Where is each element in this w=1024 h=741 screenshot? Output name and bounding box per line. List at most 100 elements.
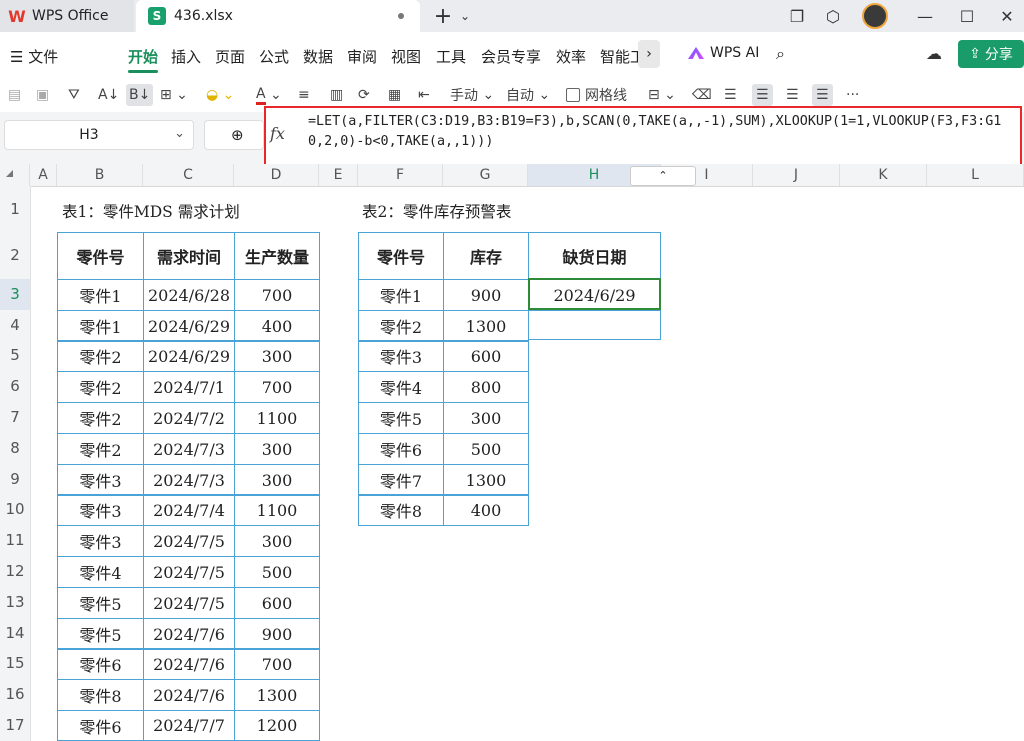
cloud-sync-icon[interactable]: ☁ (926, 44, 942, 63)
tab-list-chevron-icon[interactable]: ⌄ (448, 0, 482, 32)
cube-icon[interactable]: ⬡ (816, 0, 850, 32)
col-header-b[interactable]: B (57, 164, 143, 186)
row-header-14[interactable]: 14 (0, 618, 30, 648)
menu-tools[interactable]: 工具 (436, 46, 466, 67)
sort-desc-icon[interactable]: B↓ (126, 84, 154, 106)
merge-icon[interactable]: ▥ (330, 84, 343, 106)
row-header-9[interactable]: 9 (0, 464, 30, 494)
shortage-date-cell[interactable] (528, 310, 661, 340)
table1-cell[interactable]: 400 (234, 310, 320, 342)
lookup-function-button[interactable]: ⊕ (204, 120, 264, 150)
table1-cell[interactable]: 500 (234, 556, 320, 588)
formula-text[interactable]: =LET(a,FILTER(C3:D19,B3:B19=F3),b,SCAN(0… (308, 112, 1014, 152)
wrap-text-icon[interactable]: ≡ (298, 84, 310, 106)
row-header-11[interactable]: 11 (0, 525, 30, 556)
table2-cell[interactable]: 零件2 (358, 310, 444, 342)
table2-cell[interactable]: 1300 (443, 464, 529, 496)
col-header-f[interactable]: F (358, 164, 443, 186)
table1-cell[interactable]: 零件2 (57, 340, 144, 372)
table2-cell[interactable]: 400 (443, 494, 529, 526)
table1-cell[interactable]: 零件1 (57, 310, 144, 342)
table1-cell[interactable]: 2024/6/29 (143, 310, 235, 342)
table1-cell[interactable]: 1100 (234, 402, 320, 434)
table2-header-cell[interactable]: 零件号 (358, 232, 444, 280)
search-icon[interactable]: ⌕ (776, 44, 785, 64)
menu-scroll-right-icon[interactable]: › (638, 40, 660, 68)
align-left-icon[interactable]: ☰ (724, 84, 737, 106)
table1-cell[interactable]: 2024/7/5 (143, 525, 235, 557)
table1-cell[interactable]: 2024/7/3 (143, 464, 235, 496)
insert-col-icon[interactable]: ⇤ (418, 84, 430, 106)
clear-icon[interactable]: ⌫ (692, 84, 712, 106)
col-header-c[interactable]: C (143, 164, 234, 186)
table1-cell[interactable]: 零件4 (57, 556, 144, 588)
table1-cell[interactable]: 1200 (234, 710, 320, 741)
table1-cell[interactable]: 700 (234, 371, 320, 403)
table1-cell[interactable]: 零件1 (57, 279, 144, 311)
table1-cell[interactable]: 2024/7/1 (143, 371, 235, 403)
table1-cell[interactable]: 700 (234, 648, 320, 680)
freeze-icon[interactable]: ⊟ ⌄ (648, 84, 676, 106)
row-header-15[interactable]: 15 (0, 648, 30, 679)
menu-member[interactable]: 会员专享 (481, 46, 541, 67)
table1-cell[interactable]: 2024/7/3 (143, 433, 235, 465)
col-header-a[interactable]: A (30, 164, 57, 186)
font-color-icon[interactable]: A ⌄ (256, 84, 282, 106)
menu-page[interactable]: 页面 (215, 46, 245, 67)
row-header-17[interactable]: 17 (0, 710, 30, 741)
row-header-12[interactable]: 12 (0, 556, 30, 587)
borders-icon[interactable]: ⊞ ⌄ (160, 84, 188, 106)
menu-data[interactable]: 数据 (303, 46, 333, 67)
table1-cell[interactable]: 2024/7/7 (143, 710, 235, 741)
table1-cell[interactable]: 2024/7/6 (143, 679, 235, 711)
more-icon[interactable]: ··· (846, 84, 859, 106)
avatar[interactable] (858, 0, 892, 32)
col-header-j[interactable]: J (753, 164, 840, 186)
table1-header-cell[interactable]: 生产数量 (234, 232, 320, 280)
table1-cell[interactable]: 2024/7/5 (143, 556, 235, 588)
menu-efficiency[interactable]: 效率 (556, 46, 586, 67)
table1-cell[interactable]: 零件2 (57, 402, 144, 434)
rotate-icon[interactable]: ⟳ (358, 84, 370, 106)
menu-file[interactable]: ☰ 文件 (10, 46, 58, 67)
filter-icon[interactable]: ⛛ (68, 84, 80, 106)
col-header-d[interactable]: D (234, 164, 319, 186)
table1-cell[interactable]: 2024/6/29 (143, 340, 235, 372)
row-height-manual[interactable]: 手动 ⌄ (450, 84, 494, 106)
table2-cell[interactable]: 零件3 (358, 340, 444, 372)
table1-header-cell[interactable]: 零件号 (57, 232, 144, 280)
fill-color-icon[interactable]: ◒ ⌄ (206, 84, 234, 106)
formula-input[interactable]: fx =LET(a,FILTER(C3:D19,B3:B19=F3),b,SCA… (264, 106, 1022, 168)
table2-cell[interactable]: 零件4 (358, 371, 444, 403)
sort-asc-icon[interactable]: A↓ (98, 84, 119, 106)
table1-cell[interactable]: 900 (234, 618, 320, 650)
align-right-icon[interactable]: ☰ (786, 84, 799, 106)
col-header-g[interactable]: G (443, 164, 528, 186)
table1-cell[interactable]: 2024/7/6 (143, 618, 235, 650)
table1-cell[interactable]: 300 (234, 433, 320, 465)
table2-cell[interactable]: 零件8 (358, 494, 444, 526)
menu-smart[interactable]: 智能工 (600, 46, 638, 67)
table-style-icon[interactable]: ▦ (388, 84, 401, 106)
menu-insert[interactable]: 插入 (171, 46, 201, 67)
row-header-8[interactable]: 8 (0, 433, 30, 464)
table2-cell[interactable]: 零件7 (358, 464, 444, 496)
table2-cell[interactable]: 零件5 (358, 402, 444, 434)
col-header-l[interactable]: L (927, 164, 1024, 186)
unsaved-dot-icon[interactable] (398, 13, 404, 19)
align-center-icon[interactable]: ☰ (752, 84, 773, 106)
maximize-icon[interactable]: ☐ (950, 0, 984, 32)
table1-cell[interactable]: 700 (234, 279, 320, 311)
row-header-10[interactable]: 10 (0, 494, 30, 525)
shortage-date-header[interactable]: 缺货日期 (528, 232, 661, 280)
table1-cell[interactable]: 零件5 (57, 587, 144, 619)
table2-cell[interactable]: 300 (443, 402, 529, 434)
table1-cell[interactable]: 零件2 (57, 371, 144, 403)
table2-header-cell[interactable]: 库存 (443, 232, 529, 280)
select-all-corner[interactable] (0, 164, 30, 186)
table2-cell[interactable]: 500 (443, 433, 529, 465)
tab-file[interactable]: S 436.xlsx (136, 0, 420, 32)
table1-cell[interactable]: 300 (234, 525, 320, 557)
minimize-icon[interactable]: — (908, 0, 942, 32)
table1-cell[interactable]: 2024/7/2 (143, 402, 235, 434)
